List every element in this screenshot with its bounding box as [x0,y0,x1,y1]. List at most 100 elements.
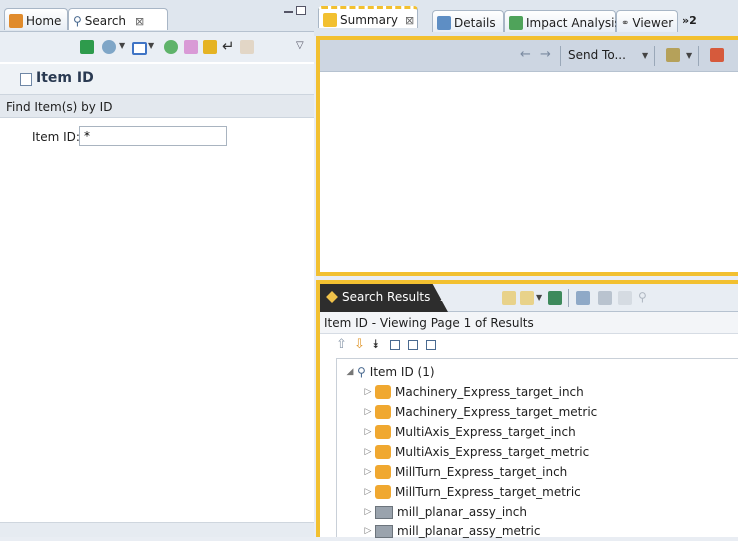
collapsed-arrow-icon[interactable]: ▷ [361,507,375,517]
sort-icon[interactable] [240,40,254,54]
tab-summary[interactable]: Summary ⊠ [318,6,418,28]
back-icon[interactable]: ← [520,47,531,62]
search-icon: ⚲ [357,365,366,379]
search-toolbar: ▼ ▼ ↵ ▽ [0,32,314,62]
collapsed-arrow-icon[interactable]: ▷ [361,407,375,417]
tree-item-label: Machinery_Express_target_metric [395,405,598,419]
item-id-header: Item ID [0,64,314,94]
page-title: Item ID [36,70,94,86]
minimize-icon[interactable] [284,11,293,13]
assembly-icon [375,524,393,538]
tree-item[interactable]: ▷ MultiAxis_Express_target_metric [361,442,589,462]
tab-search-label: Search [84,14,127,28]
left-pane-bottom-edge [0,522,314,537]
toolbar-separator [568,289,569,307]
send-to-button[interactable]: Send To... [568,48,626,62]
glasses-icon: ⚭ [621,17,630,29]
results-tree: ◢ ⚲ Item ID (1) ▷ Machinery_Express_targ… [336,358,738,538]
tab-search-results[interactable]: Search Results x [320,284,448,312]
clear-icon[interactable] [184,40,198,54]
tree-item[interactable]: ▷ MultiAxis_Express_target_inch [361,422,576,442]
collapsed-arrow-icon[interactable]: ▷ [361,526,375,536]
tab-search-results-label: Search Results [342,290,431,304]
assembly-icon [375,505,393,519]
collapsed-arrow-icon[interactable]: ▷ [361,447,375,457]
toolbar-separator [698,46,699,66]
tab-impact-analysis-label: Impact Analysis [526,16,621,30]
saved-search-icon[interactable] [102,40,116,54]
tree-item[interactable]: ▷ MillTurn_Express_target_metric [361,482,581,502]
search-icon[interactable]: ⚲ [638,290,647,304]
return-icon[interactable]: ↵ [222,37,235,55]
tab-details-label: Details [454,16,496,30]
details-icon [437,16,451,30]
collapse-icon[interactable] [390,340,400,350]
expanded-arrow-icon[interactable]: ◢ [343,367,357,377]
view-menu-icon[interactable]: ▽ [296,40,304,51]
tree-item[interactable]: ▷ mill_planar_assy_inch [361,502,527,522]
chevron-down-icon[interactable]: ▼ [642,51,648,60]
tab-viewer-label: Viewer [632,16,674,30]
edit-properties-icon[interactable] [520,291,534,305]
summary-icon [323,13,337,27]
table-view-icon[interactable] [576,291,590,305]
results-status-text: Item ID - Viewing Page 1 of Results [324,316,534,330]
tree-item[interactable]: ▷ MillTurn_Express_target_inch [361,462,567,482]
collapse-all-icon[interactable]: ⯯ [372,337,379,352]
impact-analysis-icon [509,16,523,30]
item-icon [375,445,391,459]
edit-icon[interactable] [502,291,516,305]
tab-home[interactable]: Home [4,8,68,30]
tree-item-label: MultiAxis_Express_target_inch [395,425,576,439]
maximize-icon[interactable] [296,6,306,15]
tree-item[interactable]: ▷ mill_planar_assy_metric [361,521,541,541]
more-tabs-button[interactable]: »2 [682,14,697,27]
tree-item-label: MillTurn_Express_target_metric [395,485,581,499]
edit-disabled-icon[interactable] [618,291,632,305]
collapsed-arrow-icon[interactable]: ▷ [361,487,375,497]
save-icon[interactable] [203,40,217,54]
collapsed-arrow-icon[interactable]: ▷ [361,467,375,477]
expand-icon[interactable] [408,340,418,350]
chevron-down-icon[interactable]: ▼ [686,51,692,60]
left-tab-bar: Home ⚲ Search ⊠ [0,0,314,32]
execute-search-icon[interactable] [80,40,94,54]
home-icon [9,14,23,28]
expand-all-icon[interactable] [426,340,436,350]
tab-search[interactable]: ⚲ Search ⊠ [68,8,168,30]
tab-impact-analysis[interactable]: Impact Analysis [504,10,621,32]
check-icon[interactable] [710,48,724,62]
chevron-down-icon[interactable]: ▼ [148,41,154,50]
refresh-icon[interactable] [164,40,178,54]
tab-home-label: Home [26,14,62,28]
section-title: Find Item(s) by ID [6,100,113,114]
item-id-input[interactable] [79,126,227,146]
tree-item-label: MillTurn_Express_target_inch [395,465,568,479]
collapsed-arrow-icon[interactable]: ▷ [361,427,375,437]
tab-details[interactable]: Details [432,10,504,32]
paint-icon[interactable] [666,48,680,62]
tree-item[interactable]: ▷ Machinery_Express_target_inch [361,382,584,402]
window-icon[interactable] [132,42,147,55]
chevron-down-icon[interactable]: ▼ [119,41,125,50]
close-icon[interactable]: ⊠ [405,14,414,27]
tab-viewer[interactable]: ⚭ Viewer [616,10,678,32]
close-icon[interactable]: x [440,290,448,304]
search-icon: ⚲ [73,14,82,28]
export-icon[interactable] [548,291,562,305]
summary-view [316,36,738,276]
forward-icon[interactable]: → [540,47,551,62]
collapsed-arrow-icon[interactable]: ▷ [361,387,375,397]
tree-root[interactable]: ◢ ⚲ Item ID (1) [343,362,435,382]
chevron-down-icon[interactable]: ▼ [536,293,542,302]
toolbar-separator [654,46,655,66]
item-id-label: Item ID: [32,130,80,144]
item-icon [375,385,391,399]
item-icon [375,405,391,419]
tree-item[interactable]: ▷ Machinery_Express_target_metric [361,402,597,422]
close-icon[interactable]: ⊠ [135,15,144,28]
arrow-up-icon[interactable]: ⇧ [336,337,347,352]
arrow-down-icon[interactable]: ⇩ [354,337,365,352]
copy-icon[interactable] [598,291,612,305]
summary-toolbar: ← → Send To... ▼ ▼ [320,40,738,72]
